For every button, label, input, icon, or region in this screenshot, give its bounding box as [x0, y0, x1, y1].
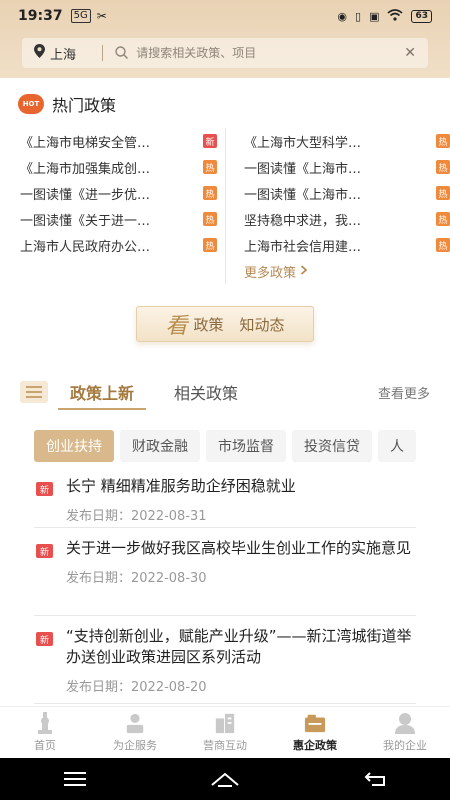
hot-tag: 热: [436, 186, 450, 200]
banner-text-1: 政策: [193, 315, 224, 334]
hot-policies-section: HOT 热门政策 《上海市电梯安全管… 新 《上海市加强集成创… 热 一图读懂《进一…: [0, 86, 450, 284]
nav-label: 我的企业: [383, 739, 427, 752]
new-tag: 新: [203, 134, 217, 148]
new-tag: 新: [36, 544, 53, 558]
tab-new-policies[interactable]: 政策上新: [57, 380, 147, 410]
hot-tag: 热: [203, 238, 217, 252]
banner-kan: 看: [165, 314, 188, 339]
hot-policy-item[interactable]: 《上海市大型科学… 热: [244, 128, 450, 154]
nav-service[interactable]: 为企服务: [90, 707, 180, 758]
category-chips: 创业扶持 财政金融 市场监督 投资信贷 人: [34, 430, 418, 462]
new-tag: 新: [36, 632, 53, 646]
list-icon: [20, 381, 48, 403]
nav-label: 为企服务: [113, 739, 157, 752]
news-title: “支持创新创业，赋能产业升级”——新江湾城街道举办送创业政策进园区系列活动: [66, 627, 412, 666]
vibrate-icon: ▯: [355, 9, 362, 23]
chip-more[interactable]: 人: [378, 430, 416, 462]
status-time: 19:37: [18, 8, 63, 24]
see-more-link[interactable]: 查看更多: [378, 383, 430, 402]
search-bar: 上海 ✕: [22, 38, 428, 68]
hot-tag: 热: [436, 238, 450, 252]
chip-finance[interactable]: 财政金融: [120, 430, 200, 462]
hot-tag: 热: [203, 212, 217, 226]
tab-related-policies[interactable]: 相关政策: [174, 380, 238, 404]
policy-news-list: 新 长宁 精细精准服务助企纾困稳就业 发布日期：2022-08-31 新 关于进…: [34, 470, 416, 704]
building-icon: [214, 712, 236, 734]
back-icon[interactable]: [355, 764, 395, 794]
nav-label: 营商互动: [203, 739, 247, 752]
hot-policy-item[interactable]: 上海市人民政府办公… 热: [20, 232, 217, 258]
hot-policy-item[interactable]: 《上海市加强集成创… 热: [20, 154, 217, 180]
list-item[interactable]: 新 长宁 精细精准服务助企纾困稳就业 发布日期：2022-08-31: [34, 470, 416, 528]
chip-startup-support[interactable]: 创业扶持: [34, 430, 114, 462]
user-icon: [394, 712, 416, 734]
nav-interaction[interactable]: 营商互动: [180, 707, 270, 758]
hot-list-left: 《上海市电梯安全管… 新 《上海市加强集成创… 热 一图读懂《进一步优… 热 一图读懂…: [0, 128, 225, 284]
search-input[interactable]: [136, 46, 397, 60]
hot-policy-item[interactable]: 上海市社会信用建… 热: [244, 232, 450, 258]
nav-label: 首页: [34, 739, 56, 752]
header: 19:37 5G ✂ ◉ ▯ ▣ 63 上海 ✕: [0, 0, 450, 78]
battery-indicator: 63: [411, 9, 432, 23]
status-bar: 19:37 5G ✂ ◉ ▯ ▣ 63: [0, 0, 450, 32]
policy-banner[interactable]: 看 政策 知动态: [136, 306, 314, 342]
hot-badge-icon: HOT: [18, 94, 44, 114]
news-title: 长宁 精细精准服务助企纾困稳就业: [66, 477, 296, 495]
chip-investment-credit[interactable]: 投资信贷: [292, 430, 372, 462]
home-tower-icon: [34, 712, 56, 734]
location-pin-icon: [34, 44, 45, 62]
hot-policies-title: 热门政策: [52, 96, 117, 115]
banner-text-2: 知动态: [239, 315, 285, 334]
location-selector[interactable]: 上海: [22, 44, 102, 63]
sim-icon: ▣: [369, 9, 380, 23]
hot-tag: 热: [436, 160, 450, 174]
hot-policy-item[interactable]: 一图读懂《关于进一… 热: [20, 206, 217, 232]
service-person-icon: [124, 712, 146, 734]
clear-icon[interactable]: ✕: [404, 45, 416, 61]
hot-list-right: 《上海市大型科学… 热 一图读懂《上海市… 热 一图读懂《上海市… 热 坚持稳中求进，…: [225, 128, 450, 284]
hot-tag: 热: [436, 212, 450, 226]
location-status-icon: ◉: [337, 9, 347, 23]
hot-tag: 热: [203, 186, 217, 200]
list-item[interactable]: 新 关于进一步做好我区高校毕业生创业工作的实施意见 发布日期：2022-08-3…: [34, 532, 416, 616]
network-badge: 5G: [70, 9, 91, 23]
more-policies-link[interactable]: 更多政策: [244, 258, 450, 284]
hot-policy-item[interactable]: 一图读懂《上海市… 热: [244, 180, 450, 206]
wifi-icon: [387, 8, 403, 24]
chevron-right-icon: [300, 264, 308, 279]
tools-icon: ✂: [96, 9, 107, 23]
hot-policy-item[interactable]: 坚持稳中求进，我… 热: [244, 206, 450, 232]
nav-home[interactable]: 首页: [0, 707, 90, 758]
news-date: 发布日期：2022-08-30: [66, 571, 207, 586]
news-date: 发布日期：2022-08-20: [66, 680, 207, 695]
home-icon[interactable]: [205, 764, 245, 794]
new-tag: 新: [36, 482, 53, 496]
hot-policy-item[interactable]: 《上海市电梯安全管… 新: [20, 128, 217, 154]
list-item[interactable]: 新 “支持创新创业，赋能产业升级”——新江湾城街道举办送创业政策进园区系列活动 …: [34, 620, 416, 704]
policy-tabs: 政策上新 相关政策 查看更多: [0, 374, 450, 410]
chip-market-supervision[interactable]: 市场监督: [206, 430, 286, 462]
news-title: 关于进一步做好我区高校毕业生创业工作的实施意见: [66, 539, 412, 557]
bottom-nav: 首页 为企服务 营商互动 惠企政策 我的企业: [0, 706, 450, 758]
hot-tag: 热: [436, 134, 450, 148]
nav-label: 惠企政策: [293, 739, 337, 752]
news-date: 发布日期：2022-08-31: [66, 509, 207, 524]
policy-folder-icon: [304, 712, 326, 734]
hot-policy-item[interactable]: 一图读懂《上海市… 热: [244, 154, 450, 180]
menu-icon[interactable]: [55, 764, 95, 794]
nav-policy[interactable]: 惠企政策: [270, 707, 360, 758]
nav-my-enterprise[interactable]: 我的企业: [360, 707, 450, 758]
system-nav-bar: [0, 758, 450, 800]
search-icon: [115, 44, 129, 63]
location-label: 上海: [50, 47, 77, 63]
hot-policy-item[interactable]: 一图读懂《进一步优… 热: [20, 180, 217, 206]
hot-tag: 热: [203, 160, 217, 174]
